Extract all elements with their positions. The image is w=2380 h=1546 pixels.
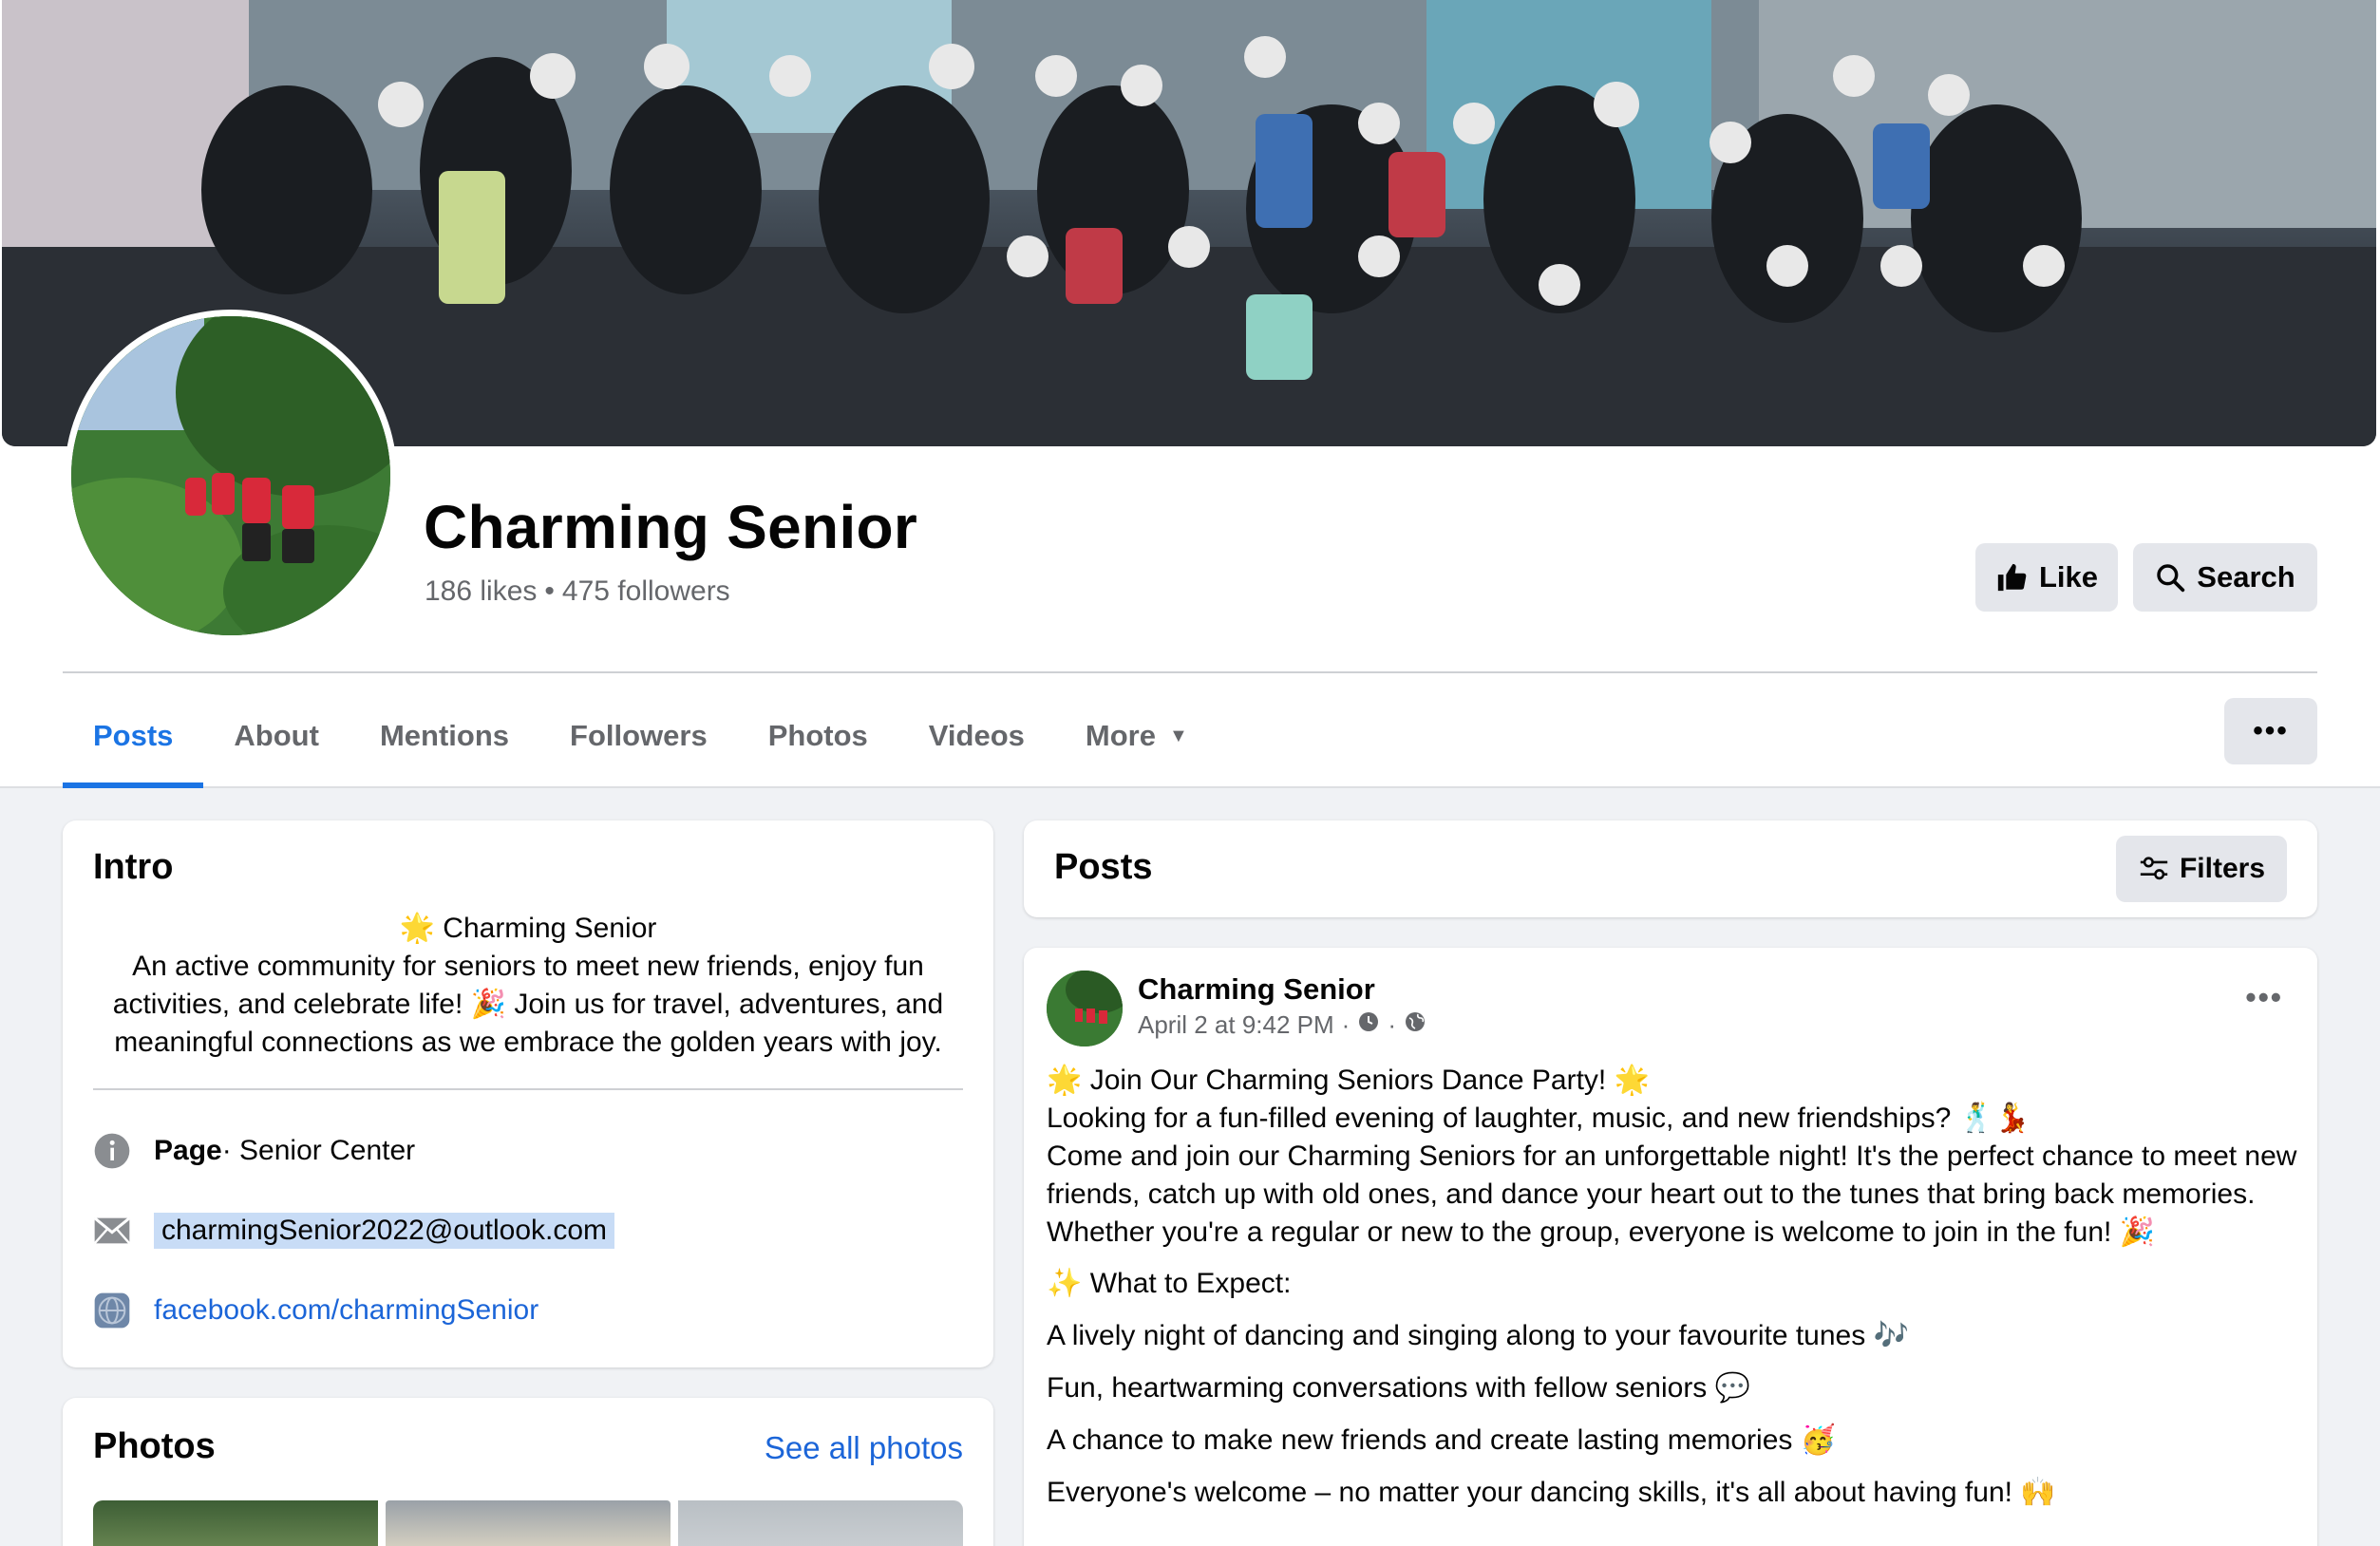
post-paragraph: Come and join our Charming Seniors for a…: [1047, 1141, 2297, 1248]
post-text: 🌟 Join Our Charming Seniors Dance Party!…: [1047, 1062, 2300, 1512]
page-title: Charming Senior: [424, 493, 918, 561]
filters-label: Filters: [2179, 853, 2266, 884]
photo-thumbnail[interactable]: [386, 1500, 671, 1546]
meta-separator: ·: [1388, 1010, 1396, 1039]
post-bullet: A lively night of dancing and singing al…: [1047, 1320, 1909, 1351]
tab-mentions[interactable]: Mentions: [349, 684, 539, 788]
intro-email-row: charmingSenior2022@outlook.com: [93, 1212, 615, 1250]
intro-title: Intro: [93, 847, 174, 887]
tab-more[interactable]: More ▼: [1055, 684, 1218, 788]
post-options-button[interactable]: •••: [2245, 980, 2283, 1015]
page-stats: 186 likes • 475 followers: [425, 575, 730, 608]
like-button[interactable]: Like: [1975, 543, 2118, 612]
website-link[interactable]: facebook.com/charmingSenior: [154, 1294, 538, 1327]
post-bullet: Everyone's welcome – no matter your danc…: [1047, 1477, 2056, 1508]
intro-category-row: Page · Senior Center: [93, 1132, 415, 1170]
intro-bio-text: An active community for seniors to meet …: [112, 951, 944, 1058]
intro-card: Intro 🌟 Charming Senior An active commun…: [63, 820, 993, 1367]
post-timestamp[interactable]: April 2 at 9:42 PM: [1138, 1010, 1334, 1040]
intro-bio: 🌟 Charming Senior An active community fo…: [93, 910, 963, 1062]
globe-icon: [93, 1291, 131, 1329]
search-label: Search: [2197, 560, 2295, 594]
photos-title: Photos: [93, 1426, 216, 1466]
like-thumb-icon: [1997, 563, 2027, 592]
clock-icon: [1357, 1010, 1380, 1040]
filters-sliders-icon: [2140, 857, 2168, 880]
category-label: Page: [154, 1135, 222, 1166]
post-author-name[interactable]: Charming Senior: [1138, 972, 1375, 1007]
followers-count[interactable]: 475 followers: [562, 575, 730, 607]
stats-separator: •: [544, 575, 555, 607]
meta-separator: ·: [1341, 1010, 1351, 1039]
profile-picture[interactable]: [65, 310, 397, 642]
photo-thumbnail[interactable]: [93, 1500, 378, 1546]
email-link[interactable]: charmingSenior2022@outlook.com: [154, 1213, 615, 1249]
post-author-avatar[interactable]: [1047, 971, 1123, 1046]
profile-picture-image: [71, 316, 390, 635]
post-headline: 🌟 Join Our Charming Seniors Dance Party!…: [1047, 1065, 1650, 1096]
post-card: Charming Senior April 2 at 9:42 PM · · •…: [1024, 948, 2317, 1546]
tab-about[interactable]: About: [203, 684, 349, 788]
search-button[interactable]: Search: [2133, 543, 2317, 612]
post-meta: April 2 at 9:42 PM · ·: [1138, 1010, 1434, 1040]
photos-card: Photos See all photos: [63, 1398, 993, 1546]
intro-divider: [93, 1088, 963, 1090]
tab-videos[interactable]: Videos: [898, 684, 1055, 788]
posts-title: Posts: [1054, 847, 1153, 887]
post-bullet: A chance to make new friends and create …: [1047, 1424, 1837, 1456]
tab-photos[interactable]: Photos: [738, 684, 898, 788]
post-avatar-image: [1047, 971, 1123, 1046]
tab-more-label: More: [1085, 719, 1156, 752]
public-globe-icon: [1404, 1010, 1426, 1040]
caret-down-icon: ▼: [1168, 725, 1188, 746]
tab-followers[interactable]: Followers: [539, 684, 738, 788]
page-header: Charming Senior 186 likes • 475 followers …: [0, 0, 2380, 788]
posts-header-card: Posts Filters: [1024, 820, 2317, 917]
envelope-icon: [93, 1212, 131, 1250]
search-icon: [2157, 564, 2185, 593]
photo-thumbnail[interactable]: [678, 1500, 963, 1546]
intro-bio-title: 🌟 Charming Senior: [399, 913, 657, 944]
post-expect-title: ✨ What to Expect:: [1047, 1268, 1292, 1299]
like-label: Like: [2038, 560, 2099, 594]
header-divider: [63, 671, 2317, 673]
page-tabs: Posts About Mentions Followers Photos Vi…: [63, 684, 1218, 788]
post-line: Looking for a fun-filled evening of laug…: [1047, 1103, 2031, 1134]
intro-website-row: facebook.com/charmingSenior: [93, 1291, 538, 1329]
post-bullet: Fun, heartwarming conversations with fel…: [1047, 1372, 1750, 1404]
more-options-button[interactable]: •••: [2224, 698, 2317, 764]
category-value: · Senior Center: [221, 1135, 416, 1166]
tab-posts[interactable]: Posts: [63, 684, 204, 788]
likes-count[interactable]: 186 likes: [425, 575, 537, 607]
see-all-photos-link[interactable]: See all photos: [765, 1430, 963, 1466]
filters-button[interactable]: Filters: [2116, 836, 2287, 902]
info-icon: [93, 1132, 131, 1170]
